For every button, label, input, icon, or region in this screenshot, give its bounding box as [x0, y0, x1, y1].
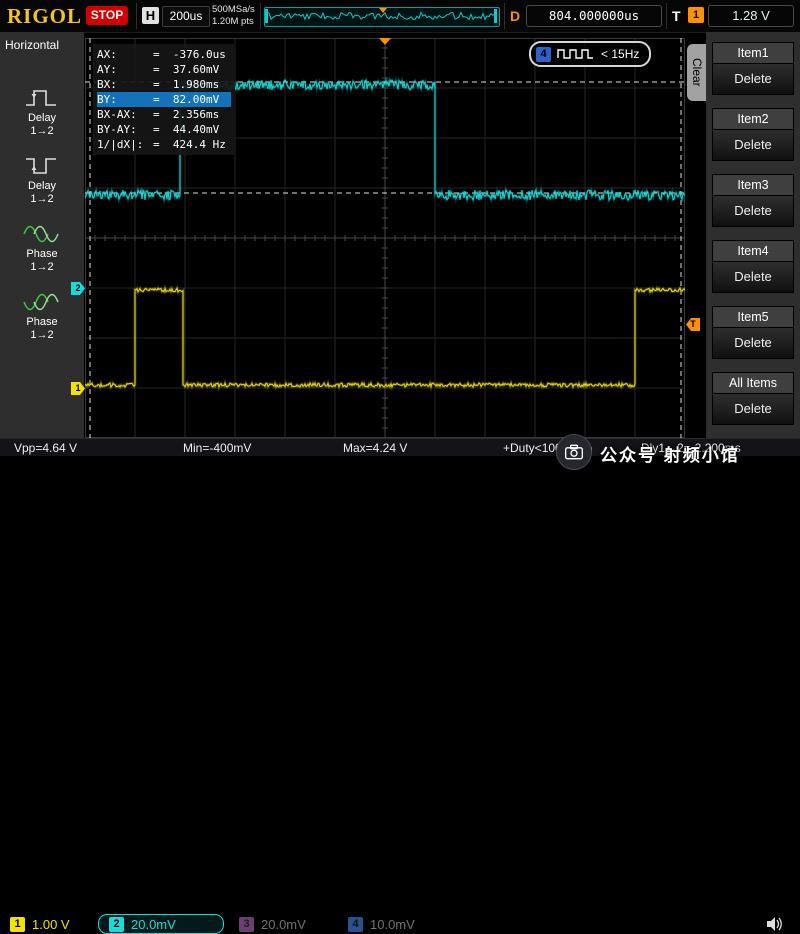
sidebar-item-label: Delay — [0, 112, 84, 125]
channel-3-status[interactable]: 3 20.0mV — [229, 914, 335, 934]
cursor-label: 1/|dX|: — [97, 137, 153, 152]
watermark-avatar — [556, 434, 592, 470]
waveform-preview-strip[interactable] — [264, 7, 500, 27]
channel-4-badge: 4 — [536, 47, 551, 62]
trigger-frequency-badge: 4 < 15Hz — [529, 41, 651, 67]
item2-delete-button[interactable]: Delete — [713, 130, 793, 160]
top-bar: RIGOL STOP H 200us 500MSa/s 1.20M pts D … — [0, 0, 800, 33]
divider — [666, 3, 667, 29]
clear-tab[interactable]: Clear — [687, 44, 706, 101]
cursor-value: = 37.60mV — [153, 63, 219, 76]
channel-4-status[interactable]: 4 10.0mV — [338, 914, 444, 934]
measurement-max[interactable]: Max=4.24 V — [343, 441, 407, 455]
item5-title: Item5 — [713, 307, 793, 328]
sidebar-item-phase-fall[interactable]: Phase 1→2 — [0, 290, 84, 342]
cursor-label: BX: — [97, 77, 153, 92]
timebase-display[interactable]: 200us — [162, 6, 210, 27]
channel-2-scale: 20.0mV — [131, 917, 176, 932]
item3-delete-button[interactable]: Delete — [713, 196, 793, 226]
cursor-value: = 82.00mV — [153, 93, 219, 106]
sidebar-item-sublabel: 1→2 — [0, 261, 84, 274]
item1-group: Item1 Delete — [712, 42, 794, 95]
item5-delete-button[interactable]: Delete — [713, 328, 793, 358]
sidebar-item-label: Phase — [0, 248, 84, 261]
square-edge-fall-icon — [22, 154, 62, 178]
sidebar-item-label: Delay — [0, 180, 84, 193]
divider — [504, 3, 505, 29]
trigger-label: T — [672, 8, 681, 24]
item3-group: Item3 Delete — [712, 174, 794, 227]
trigger-level-marker[interactable]: T — [686, 318, 700, 331]
sidebar-item-sublabel: 1→2 — [0, 193, 84, 206]
memory-depth: 1.20M pts — [212, 16, 255, 28]
all-items-title: All Items — [713, 373, 793, 394]
channel-4-badge: 4 — [348, 917, 363, 932]
item2-title: Item2 — [713, 109, 793, 130]
sine-pair-icon — [22, 222, 62, 246]
sidebar-item-label: Phase — [0, 316, 84, 329]
divider — [260, 3, 261, 29]
item4-group: Item4 Delete — [712, 240, 794, 293]
sidebar-title: Horizontal — [5, 38, 59, 52]
channel-1-scale: 1.00 V — [32, 917, 70, 932]
cursor-value: = 44.40mV — [153, 123, 219, 136]
cursor-label: AY: — [97, 62, 153, 77]
item1-delete-button[interactable]: Delete — [713, 64, 793, 94]
sidebar-item-delay-rise[interactable]: Delay 1→2 — [0, 86, 84, 138]
square-edge-rise-icon — [22, 86, 62, 110]
delay-label: D — [510, 8, 520, 24]
sidebar-item-delay-fall[interactable]: Delay 1→2 — [0, 154, 84, 206]
horizontal-menu-sidebar: Horizontal Delay 1→2 Delay 1→2 Phase 1→2… — [0, 32, 84, 438]
sidebar-item-phase-rise[interactable]: Phase 1→2 — [0, 222, 84, 274]
cursor-value: = 424.4 Hz — [153, 138, 226, 151]
cursor-readout-box: AX:= -376.0us AY:= 37.60mV BX:= 1.980ms … — [93, 44, 235, 155]
item4-title: Item4 — [713, 241, 793, 262]
delay-display[interactable]: 804.000000us — [526, 5, 662, 27]
cursor-label: AX: — [97, 47, 153, 62]
channel-2-status[interactable]: 2 20.0mV — [98, 914, 224, 934]
item3-title: Item3 — [713, 175, 793, 196]
trigger-position-marker[interactable] — [379, 38, 391, 45]
preview-waveform-icon — [265, 8, 497, 24]
cursor-value: = -376.0us — [153, 48, 226, 61]
channel-3-scale: 20.0mV — [261, 917, 306, 932]
speaker-icon[interactable] — [766, 916, 784, 932]
channel-1-badge: 1 — [10, 917, 25, 932]
item1-title: Item1 — [713, 43, 793, 64]
run-stop-button[interactable]: STOP — [86, 6, 128, 25]
rigol-logo: RIGOL — [7, 4, 82, 29]
item4-delete-button[interactable]: Delete — [713, 262, 793, 292]
trigger-level-display[interactable]: 1.28 V — [708, 5, 794, 27]
channel-4-scale: 10.0mV — [370, 917, 415, 932]
cursor-value: = 2.356ms — [153, 108, 219, 121]
divider — [136, 3, 137, 29]
cursor-label: BY: — [97, 92, 153, 107]
all-items-delete-button[interactable]: Delete — [713, 394, 793, 424]
cursor-value: = 1.980ms — [153, 78, 219, 91]
acquisition-info: 500MSa/s 1.20M pts — [212, 4, 255, 28]
pulse-train-icon — [557, 48, 595, 60]
camera-icon — [564, 443, 584, 461]
watermark-text: 公众号 射频小馆 — [600, 441, 740, 466]
sample-rate: 500MSa/s — [212, 4, 255, 16]
item5-group: Item5 Delete — [712, 306, 794, 359]
all-items-group: All Items Delete — [712, 372, 794, 425]
horizontal-label: H — [142, 7, 159, 24]
measurement-min[interactable]: Min=-400mV — [183, 441, 251, 455]
cursor-label: BY-AY: — [97, 122, 153, 137]
waveform-display-area[interactable]: AX:= -376.0us AY:= 37.60mV BX:= 1.980ms … — [85, 38, 685, 438]
measurement-vpp[interactable]: Vpp=4.64 V — [14, 441, 77, 455]
channel-3-badge: 3 — [239, 917, 254, 932]
trigger-source-badge[interactable]: 1 — [688, 7, 704, 23]
channel-2-badge: 2 — [109, 917, 124, 932]
cursor-label: BX-AX: — [97, 107, 153, 122]
item2-group: Item2 Delete — [712, 108, 794, 161]
sidebar-item-sublabel: 1→2 — [0, 329, 84, 342]
sidebar-item-sublabel: 1→2 — [0, 125, 84, 138]
trigger-frequency-value: < 15Hz — [601, 47, 639, 61]
channel-1-status[interactable]: 1 1.00 V — [0, 914, 95, 934]
sine-pair-icon — [22, 290, 62, 314]
cursor-row-selected[interactable]: BY:= 82.00mV — [97, 92, 231, 107]
